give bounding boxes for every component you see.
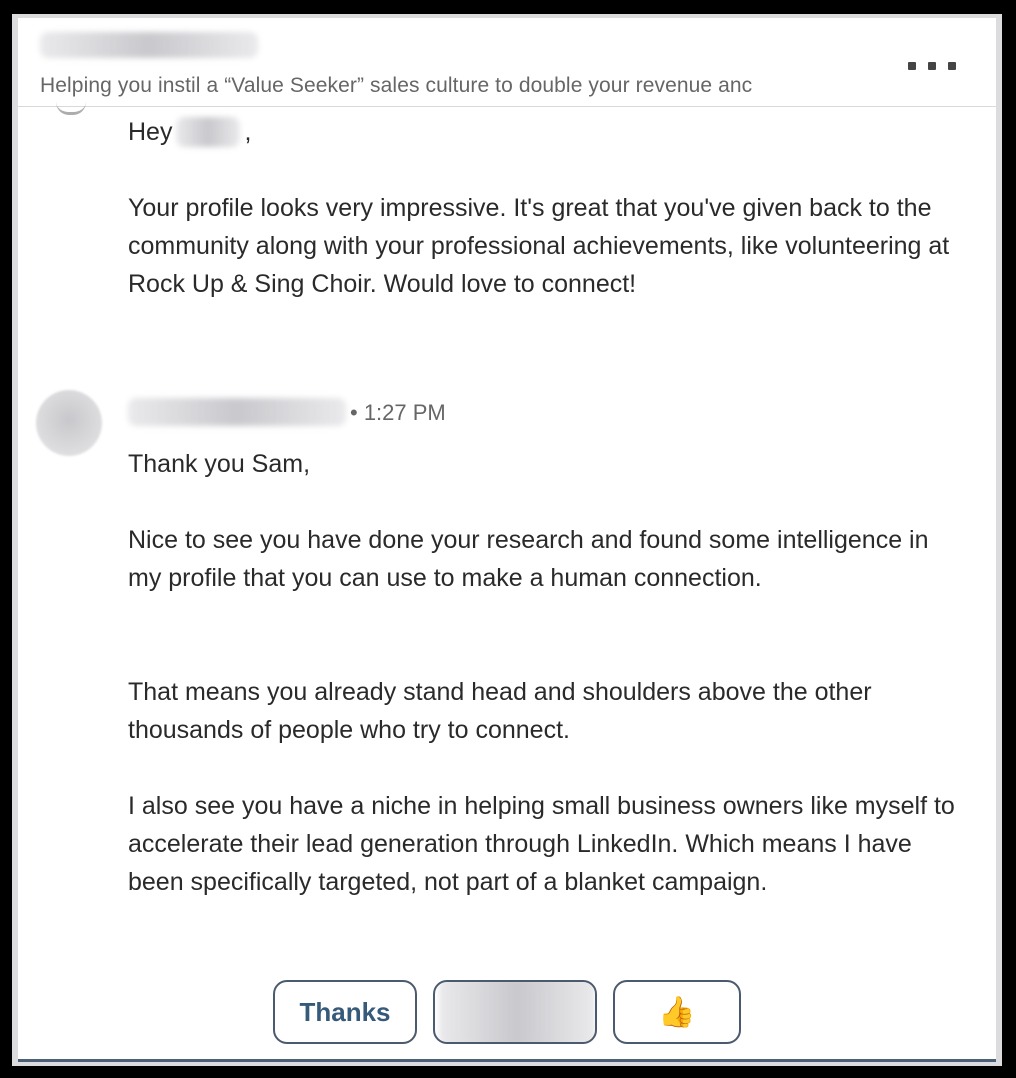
redacted-name xyxy=(40,32,258,58)
conversation-panel: Helping you instil a “Value Seeker” sale… xyxy=(18,18,996,1062)
header-subtitle: Helping you instil a “Value Seeker” sale… xyxy=(40,74,753,97)
screenshot-frame: Helping you instil a “Value Seeker” sale… xyxy=(12,14,1002,1066)
avatar xyxy=(56,102,86,115)
quick-replies: Thanks 👍 xyxy=(273,980,741,1044)
message-text: Thank you Sam, xyxy=(128,450,311,478)
avatar[interactable] xyxy=(36,390,102,456)
redacted-name xyxy=(176,117,241,147)
thumbs-up-icon: 👍 xyxy=(658,995,696,1029)
greeting-prefix: Hey xyxy=(128,118,173,146)
redacted-name xyxy=(128,398,346,426)
message-text: Your profile looks very impressive. It's… xyxy=(128,194,950,298)
message-timestamp: • 1:27 PM xyxy=(350,400,446,425)
message-text: I also see you have a niche in helping s… xyxy=(128,792,955,896)
greeting-suffix: , xyxy=(244,118,252,146)
message-1-body: Your profile looks very impressive. It's… xyxy=(128,189,968,303)
message-2-paragraph: I also see you have a niche in helping s… xyxy=(128,787,968,901)
conversation-header: Helping you instil a “Value Seeker” sale… xyxy=(18,18,996,107)
redacted-text xyxy=(439,982,595,1042)
message-1-greeting: Hey , xyxy=(128,113,968,151)
quick-reply-redacted-button[interactable] xyxy=(433,980,597,1044)
quick-reply-thanks-button[interactable]: Thanks xyxy=(273,980,417,1044)
message-2-greeting: Thank you Sam, xyxy=(128,445,968,483)
more-options-icon[interactable] xyxy=(908,56,956,76)
message-2-paragraph: Nice to see you have done your research … xyxy=(128,521,968,597)
quick-reply-thumbs-up-button[interactable]: 👍 xyxy=(613,980,741,1044)
message-text: Nice to see you have done your research … xyxy=(128,526,929,592)
compose-divider xyxy=(18,1059,996,1062)
message-2-paragraph: That means you already stand head and sh… xyxy=(128,673,968,749)
message-text: That means you already stand head and sh… xyxy=(128,678,872,744)
